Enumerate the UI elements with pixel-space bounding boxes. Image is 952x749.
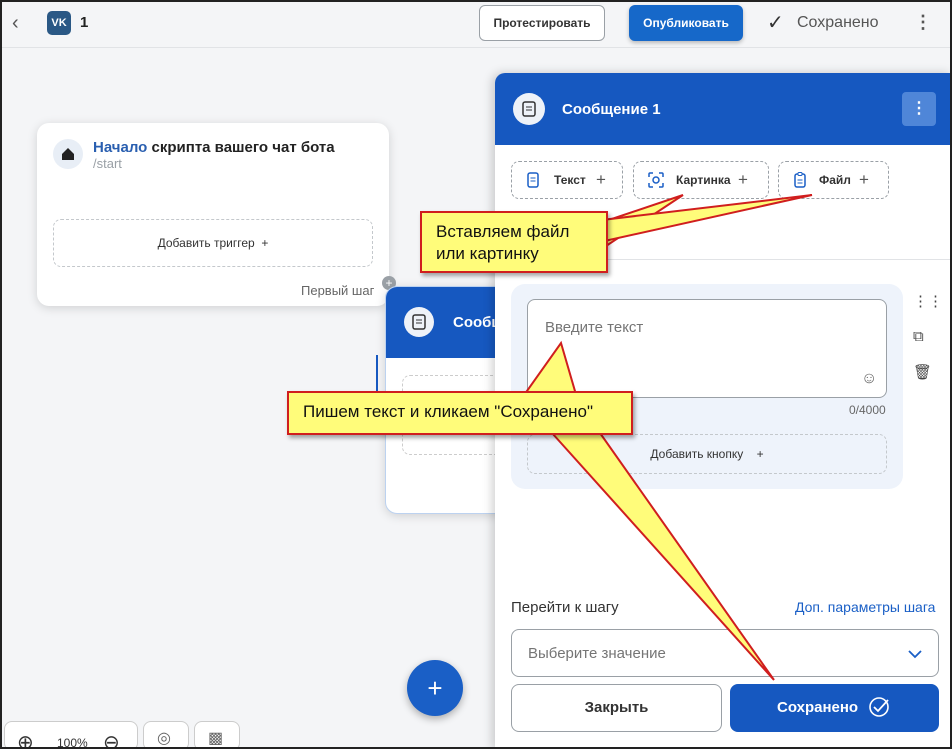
back-icon[interactable]: ‹: [12, 12, 32, 34]
drag-handle-icon[interactable]: ⋮⋮: [913, 292, 943, 310]
message-text-input[interactable]: Введите текст ☺: [527, 299, 887, 398]
chip-image[interactable]: Картинка +: [633, 161, 769, 199]
panel-header: Сообщение 1 ⋮: [495, 73, 952, 145]
top-bar: ‹ VK 1 Протестировать Опубликовать ✓ Сох…: [0, 0, 952, 48]
test-button[interactable]: Протестировать: [479, 5, 605, 41]
check-icon: ✓: [767, 12, 784, 34]
chevron-down-icon: [908, 650, 922, 659]
step-select[interactable]: Выберите значение: [511, 629, 939, 677]
panel-title: Сообщение 1: [562, 101, 661, 118]
focus-icon: ◎: [157, 730, 171, 747]
plus-icon: +: [756, 447, 764, 461]
more-vertical-icon[interactable]: ⋮: [914, 12, 932, 33]
vk-logo: VK: [47, 11, 71, 35]
message-block: Введите текст ☺ 0/4000 Добавить кнопку +: [511, 284, 903, 489]
zoom-in-icon[interactable]: ⊕: [17, 730, 34, 749]
save-button-label: Сохранено: [777, 699, 859, 716]
select-placeholder: Выберите значение: [528, 645, 666, 662]
text-input-placeholder: Введите текст: [545, 319, 644, 336]
add-trigger-button[interactable]: Добавить триггер +: [53, 219, 373, 267]
image-scan-icon: [648, 172, 664, 188]
check-circle-icon: [869, 697, 889, 717]
file-icon: [794, 172, 806, 188]
emoji-icon[interactable]: ☺: [861, 370, 877, 388]
add-button-button[interactable]: Добавить кнопку +: [527, 434, 887, 474]
start-title-rest: скрипта вашего чат бота: [147, 139, 335, 156]
save-button[interactable]: Сохранено: [730, 684, 939, 732]
text-doc-icon: [527, 172, 539, 188]
zoom-control: ⊕ 100% ⊖: [4, 721, 138, 749]
publish-button[interactable]: Опубликовать: [629, 5, 743, 41]
saved-status: Сохранено: [797, 14, 879, 31]
message-icon: [513, 93, 545, 125]
project-number: 1: [80, 14, 89, 31]
message-icon: [404, 307, 434, 337]
plus-icon: +: [261, 236, 269, 250]
zoom-out-icon[interactable]: ⊖: [103, 730, 120, 749]
chip-file[interactable]: Файл +: [778, 161, 889, 199]
bar-chart-icon: ▩: [208, 730, 224, 747]
start-command: /start: [93, 156, 122, 171]
chip-file-label: Файл: [819, 173, 851, 187]
plus-icon: +: [859, 170, 869, 189]
plus-icon: +: [738, 170, 748, 189]
panel-menu-icon[interactable]: ⋮: [902, 92, 936, 126]
extra-params-link[interactable]: Доп. параметры шага: [795, 599, 935, 615]
add-step-button[interactable]: +: [407, 660, 463, 716]
zoom-level: 100%: [57, 736, 88, 749]
start-node[interactable]: Начало скрипта вашего чат бота /start До…: [37, 123, 389, 306]
node-edge: [376, 355, 386, 395]
char-counter: 0/4000: [849, 403, 886, 417]
close-button[interactable]: Закрыть: [511, 684, 722, 732]
first-step-label: Первый шаг: [301, 283, 375, 298]
copy-icon[interactable]: ⧉: [913, 328, 924, 345]
start-title-accent: Начало: [93, 139, 148, 156]
trash-icon[interactable]: 🗑: [913, 363, 932, 381]
chip-image-label: Картинка: [676, 173, 731, 187]
stats-button[interactable]: ▩: [194, 721, 240, 749]
chip-text-label: Текст: [554, 173, 586, 187]
add-trigger-label: Добавить триггер: [157, 236, 255, 250]
start-node-title: Начало скрипта вашего чат бота: [93, 139, 335, 156]
add-button-label: Добавить кнопку: [650, 447, 744, 461]
goto-step-label: Перейти к шагу: [511, 599, 619, 616]
chip-text[interactable]: Текст +: [511, 161, 623, 199]
focus-button[interactable]: ◎: [143, 721, 189, 749]
annotation-file-image: Вставляем файл или картинку: [420, 211, 608, 273]
home-icon: [53, 139, 83, 169]
annotation-write-text: Пишем текст и кликаем "Сохранено": [287, 391, 633, 435]
plus-icon: +: [596, 170, 606, 189]
